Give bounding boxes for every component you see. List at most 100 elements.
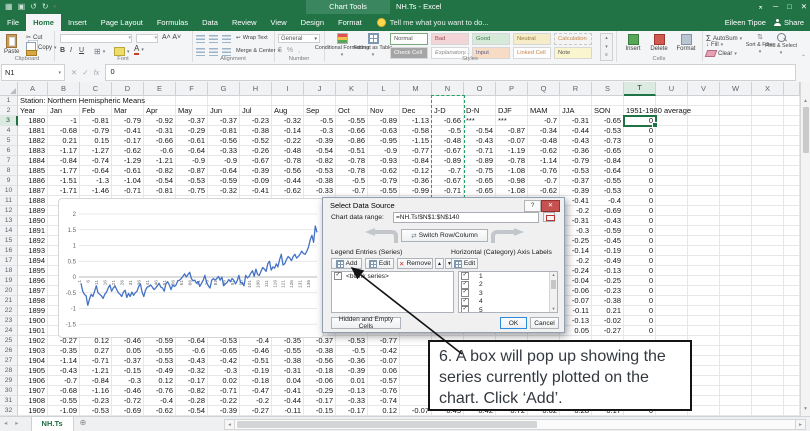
row-header-31[interactable]: 31 xyxy=(0,396,18,406)
cell-W29[interactable] xyxy=(720,376,752,386)
row-header-25[interactable]: 25 xyxy=(0,336,18,346)
cell-G8[interactable]: -0.64 xyxy=(208,166,240,176)
cell-D4[interactable]: -0.41 xyxy=(112,126,144,136)
cell-A15[interactable]: 1892 xyxy=(18,236,48,246)
cell-E31[interactable]: -0.4 xyxy=(144,396,176,406)
cell-I4[interactable]: -0.14 xyxy=(272,126,304,136)
row-header-9[interactable]: 9 xyxy=(0,176,18,186)
row-header-28[interactable]: 28 xyxy=(0,366,18,376)
cell-M8[interactable]: -0.12 xyxy=(400,166,432,176)
cell-E9[interactable]: -0.54 xyxy=(144,176,176,186)
cell-C26[interactable]: 0.27 xyxy=(80,346,112,356)
cell-X12[interactable] xyxy=(752,206,784,216)
row-header-2[interactable]: 2 xyxy=(0,106,18,116)
cell-D3[interactable]: -0.79 xyxy=(112,116,144,126)
cell-U14[interactable] xyxy=(656,226,688,236)
conditional-formatting-button[interactable]: Conditional Formatting ▾ xyxy=(315,33,369,58)
row-header-14[interactable]: 14 xyxy=(0,226,18,236)
cell-E29[interactable]: 0.12 xyxy=(144,376,176,386)
cell-B26[interactable]: -0.35 xyxy=(48,346,80,356)
cell-J6[interactable]: -0.54 xyxy=(304,146,336,156)
row-header-10[interactable]: 10 xyxy=(0,186,18,196)
cell-P6[interactable]: -1.19 xyxy=(496,146,528,156)
cell-W21[interactable] xyxy=(720,296,752,306)
cell-W19[interactable] xyxy=(720,276,752,286)
cell-H31[interactable]: -0.2 xyxy=(240,396,272,406)
cell-J26[interactable]: -0.38 xyxy=(304,346,336,356)
cell-K10[interactable]: -0.7 xyxy=(336,186,368,196)
cell-I32[interactable]: -0.11 xyxy=(272,406,304,416)
cell-V25[interactable] xyxy=(688,336,720,346)
cell-A4[interactable]: 1881 xyxy=(18,126,48,136)
cell-C2[interactable]: Feb xyxy=(80,106,112,116)
cell-K30[interactable]: -0.13 xyxy=(336,386,368,396)
cell-U9[interactable] xyxy=(656,176,688,186)
cell-H10[interactable]: -0.41 xyxy=(240,186,272,196)
cell-X17[interactable] xyxy=(752,256,784,266)
cell-W20[interactable] xyxy=(720,286,752,296)
cell-A3[interactable]: 1880 xyxy=(18,116,48,126)
cell-J29[interactable]: -0.06 xyxy=(304,376,336,386)
cell-H29[interactable]: -0.18 xyxy=(240,376,272,386)
horizontal-scrollbar[interactable]: ◂ ▸ xyxy=(224,419,806,430)
cut-button[interactable]: ✂ Cut xyxy=(26,34,42,42)
column-header-A[interactable]: A xyxy=(18,82,48,96)
cell-D7[interactable]: -1.29 xyxy=(112,156,144,166)
column-header-G[interactable]: G xyxy=(208,82,240,96)
cell-G28[interactable]: -0.3 xyxy=(208,366,240,376)
row-header-20[interactable]: 20 xyxy=(0,286,18,296)
cell-M4[interactable]: -0.58 xyxy=(400,126,432,136)
row-header-12[interactable]: 12 xyxy=(0,206,18,216)
cell-T13[interactable]: 0 xyxy=(624,216,656,226)
cell-E5[interactable]: -0.66 xyxy=(144,136,176,146)
cell-S5[interactable]: -0.73 xyxy=(592,136,624,146)
cell-L30[interactable]: -0.76 xyxy=(368,386,400,396)
cell-A14[interactable]: 1891 xyxy=(18,226,48,236)
cell-W16[interactable] xyxy=(720,246,752,256)
row-header-27[interactable]: 27 xyxy=(0,356,18,366)
row-header-23[interactable]: 23 xyxy=(0,316,18,326)
select-all-corner[interactable] xyxy=(0,82,18,96)
cell-U11[interactable] xyxy=(656,196,688,206)
style-neutral[interactable]: Neutral xyxy=(513,33,551,45)
cell-T6[interactable]: 0 xyxy=(624,146,656,156)
cell-E8[interactable]: -0.82 xyxy=(144,166,176,176)
cell-W1[interactable] xyxy=(720,96,752,106)
cell-C32[interactable]: -0.53 xyxy=(80,406,112,416)
cell-J4[interactable]: -0.3 xyxy=(304,126,336,136)
cell-T12[interactable]: 0 xyxy=(624,206,656,216)
cell-J8[interactable]: -0.53 xyxy=(304,166,336,176)
share-button[interactable]: Share xyxy=(773,18,804,27)
axis-checkbox-4[interactable]: ✓ xyxy=(461,297,469,306)
cell-W2[interactable] xyxy=(720,106,752,116)
cell-C6[interactable]: -1.27 xyxy=(80,146,112,156)
grow-shrink-font-buttons[interactable]: A˄ A˅ xyxy=(162,34,181,41)
cell-I29[interactable]: 0.04 xyxy=(272,376,304,386)
cell-E10[interactable]: -0.81 xyxy=(144,186,176,196)
cell-X19[interactable] xyxy=(752,276,784,286)
cell-U24[interactable] xyxy=(656,326,688,336)
cell-W30[interactable] xyxy=(720,386,752,396)
cell-K28[interactable]: -0.39 xyxy=(336,366,368,376)
cell-X27[interactable] xyxy=(752,356,784,366)
format-cells-button[interactable]: Format xyxy=(674,34,698,52)
cell-S17[interactable]: -0.49 xyxy=(592,256,624,266)
cell-M3[interactable]: -1.13 xyxy=(400,116,432,126)
tab-file[interactable]: File xyxy=(0,14,26,31)
cell-J2[interactable]: Sep xyxy=(304,106,336,116)
cell-J31[interactable]: -0.17 xyxy=(304,396,336,406)
cell-D30[interactable]: -0.46 xyxy=(112,386,144,396)
cell-R1[interactable] xyxy=(560,96,592,106)
tab-view[interactable]: View xyxy=(264,14,294,31)
cell-C10[interactable]: -1.46 xyxy=(80,186,112,196)
cell-O8[interactable]: -0.75 xyxy=(464,166,496,176)
cell-A26[interactable]: 1903 xyxy=(18,346,48,356)
tab-review[interactable]: Review xyxy=(225,14,264,31)
font-color-button[interactable]: A ▾ xyxy=(134,45,144,55)
cell-X28[interactable] xyxy=(752,366,784,376)
ribbon-display-options-icon[interactable]: ⌅ xyxy=(758,0,764,14)
user-name[interactable]: Eileen Tipoe xyxy=(725,18,766,27)
cell-V16[interactable] xyxy=(688,246,720,256)
cell-X1[interactable] xyxy=(752,96,784,106)
cell-S13[interactable]: -0.43 xyxy=(592,216,624,226)
